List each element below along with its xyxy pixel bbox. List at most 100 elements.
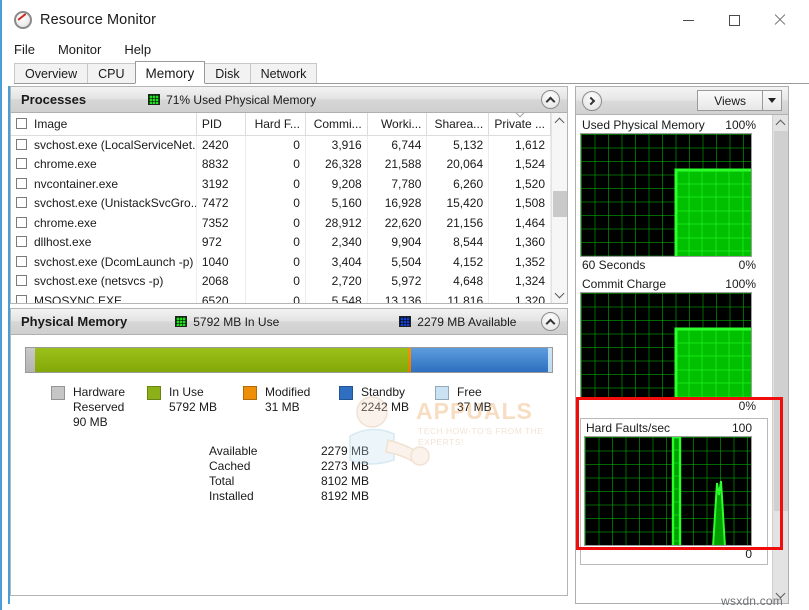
row-checkbox[interactable]: [16, 197, 27, 209]
row-checkbox[interactable]: [16, 139, 27, 150]
chart-min-label-used-physical-memory: 0%: [738, 258, 756, 272]
processes-collapse-button[interactable]: [541, 90, 560, 109]
memory-stats: Available 2279 MB Cached 2273 MB Total 8…: [11, 444, 567, 503]
legend-swatch-hardware-reserved: [51, 386, 65, 400]
maximize-icon: [728, 14, 740, 26]
legend-swatch-in-use: [147, 386, 161, 400]
chart-xaxis-label-used-physical-memory: 60 Seconds: [582, 258, 646, 272]
menu-item-help[interactable]: Help: [115, 41, 160, 58]
chart-hard-faults: Hard Faults/sec 100 0: [580, 418, 768, 565]
table-row[interactable]: nvcontainer.exe 3192 0 9,208 7,780 6,260…: [11, 174, 551, 194]
table-row[interactable]: svchost.exe (netsvcs -p) 2068 0 2,720 5,…: [11, 271, 551, 291]
row-checkbox[interactable]: [16, 158, 27, 170]
menu-item-file[interactable]: File: [5, 41, 44, 58]
graphs-scroll-area: Used Physical Memory 100% 60 Seconds 0% …: [576, 115, 788, 603]
chevron-up-icon: [775, 119, 786, 130]
legend-swatch-standby: [339, 386, 353, 400]
plot-area-used-physical-memory: [674, 168, 751, 256]
chevron-up-icon: [545, 318, 556, 328]
chart-max-label-commit-charge: 100%: [725, 277, 756, 291]
select-all-checkbox[interactable]: [16, 117, 27, 129]
table-row[interactable]: svchost.exe (LocalServiceNet... 2420 0 3…: [11, 135, 551, 155]
legend-item-hardware-reserved: Hardware Reserved 90 MB: [51, 385, 147, 430]
graphs-scrollbar-track[interactable]: [773, 131, 789, 587]
legend-item-free: Free 37 MB: [435, 385, 531, 430]
memory-in-use-label: 5792 MB In Use: [193, 314, 280, 329]
legend-swatch-free: [435, 386, 449, 400]
views-dropdown-button[interactable]: [763, 98, 781, 103]
column-header-working-set[interactable]: Worki...: [367, 113, 428, 136]
chevron-right-circle-icon: [586, 96, 596, 105]
green-swatch-icon: [148, 94, 161, 105]
row-checkbox[interactable]: [16, 236, 27, 248]
memory-segment-free: [547, 348, 552, 372]
legend-swatch-modified: [243, 386, 257, 400]
plot-area-commit-charge: [674, 327, 751, 397]
row-checkbox[interactable]: [16, 216, 27, 228]
scroll-up-button[interactable]: [552, 113, 568, 129]
row-checkbox[interactable]: [16, 255, 27, 267]
physical-memory-collapse-button[interactable]: [541, 312, 560, 331]
chart-max-label-hard-faults: 100: [731, 421, 752, 435]
stat-value-cached: 2273 MB: [320, 459, 369, 473]
table-row[interactable]: svchost.exe (DcomLaunch -p) 1040 0 3,404…: [11, 252, 551, 272]
left-pane: Processes 71% Used Physical Memory Image…: [8, 86, 568, 604]
memory-available-stat: 2279 MB Available: [399, 315, 516, 329]
maximize-button[interactable]: [711, 4, 757, 36]
table-row[interactable]: svchost.exe (UnistackSvcGro... 7472 0 5,…: [11, 193, 551, 213]
physical-memory-panel-header[interactable]: Physical Memory 5792 MB In Use 2279 MB A…: [11, 309, 567, 335]
close-button[interactable]: [757, 4, 803, 36]
gauge-icon: [14, 11, 32, 29]
table-row[interactable]: MSOSYNC.EXE 6520 0 5,548 13,136 11,816 1…: [11, 291, 551, 303]
views-button[interactable]: Views: [697, 90, 782, 111]
table-row[interactable]: chrome.exe 7352 0 28,912 22,620 21,156 1…: [11, 213, 551, 233]
row-checkbox[interactable]: [16, 294, 27, 303]
graphs-pane: Views Used Physical Memory 100% 60 Secon…: [575, 86, 789, 604]
row-checkbox[interactable]: [16, 275, 27, 287]
site-watermark: wsxdn.com: [721, 594, 783, 608]
processes-panel: Processes 71% Used Physical Memory Image…: [10, 86, 568, 304]
processes-scrollbar[interactable]: [551, 113, 567, 303]
tab-disk[interactable]: Disk: [204, 63, 251, 84]
menu-item-monitor[interactable]: Monitor: [49, 41, 110, 58]
stat-value-available: 2279 MB: [320, 444, 369, 458]
column-header-commit[interactable]: Commi...: [305, 113, 368, 136]
graphs-column: Used Physical Memory 100% 60 Seconds 0% …: [576, 115, 772, 603]
column-header-hard-faults[interactable]: Hard F...: [245, 113, 306, 136]
scrollbar-thumb[interactable]: [552, 191, 567, 217]
minimize-button[interactable]: [665, 4, 711, 36]
tab-memory[interactable]: Memory: [134, 61, 206, 84]
processes-memory-stat: 71% Used Physical Memory: [148, 93, 316, 107]
views-button-label: Views: [714, 93, 746, 108]
graphs-scrollbar[interactable]: [772, 115, 788, 603]
tab-cpu[interactable]: CPU: [87, 63, 136, 84]
table-row[interactable]: dllhost.exe 972 0 2,340 9,904 8,544 1,36…: [11, 232, 551, 252]
processes-table: Image PID Hard F... Commi... Worki... Sh…: [11, 113, 551, 303]
blue-swatch-icon: [399, 316, 412, 327]
resource-monitor-window: Resource Monitor File Monitor Help Overv…: [0, 0, 809, 610]
legend-item-modified: Modified 31 MB: [243, 385, 339, 430]
graphs-scrollbar-thumb[interactable]: [773, 131, 788, 511]
graphs-scroll-up-button[interactable]: [773, 115, 789, 131]
column-header-private[interactable]: Private ...: [488, 113, 551, 136]
stat-key-cached: Cached: [209, 459, 251, 473]
chart-used-physical-memory: Used Physical Memory 100% 60 Seconds 0%: [580, 118, 768, 272]
scroll-down-button[interactable]: [552, 287, 568, 303]
scrollbar-track[interactable]: [552, 129, 568, 287]
physical-memory-panel: Physical Memory 5792 MB In Use 2279 MB A…: [10, 308, 568, 596]
stat-key-available: Available: [209, 444, 258, 458]
chevron-down-icon: [554, 288, 565, 299]
processes-panel-header[interactable]: Processes 71% Used Physical Memory: [11, 87, 567, 113]
tab-overview[interactable]: Overview: [14, 63, 89, 84]
row-checkbox[interactable]: [16, 177, 27, 189]
memory-bar-wrap: [11, 335, 567, 373]
expand-pane-button[interactable]: [582, 90, 602, 111]
column-header-shareable[interactable]: Sharea...: [426, 113, 490, 136]
processes-table-body: svchost.exe (LocalServiceNet... 2420 0 3…: [11, 135, 551, 303]
plot-hard-faults: [584, 436, 752, 546]
window-controls: [665, 0, 803, 40]
column-header-image[interactable]: Image: [11, 113, 197, 136]
table-row[interactable]: chrome.exe 8832 0 26,328 21,588 20,064 1…: [11, 154, 551, 174]
column-header-pid[interactable]: PID: [196, 113, 247, 136]
tab-network[interactable]: Network: [249, 63, 318, 84]
